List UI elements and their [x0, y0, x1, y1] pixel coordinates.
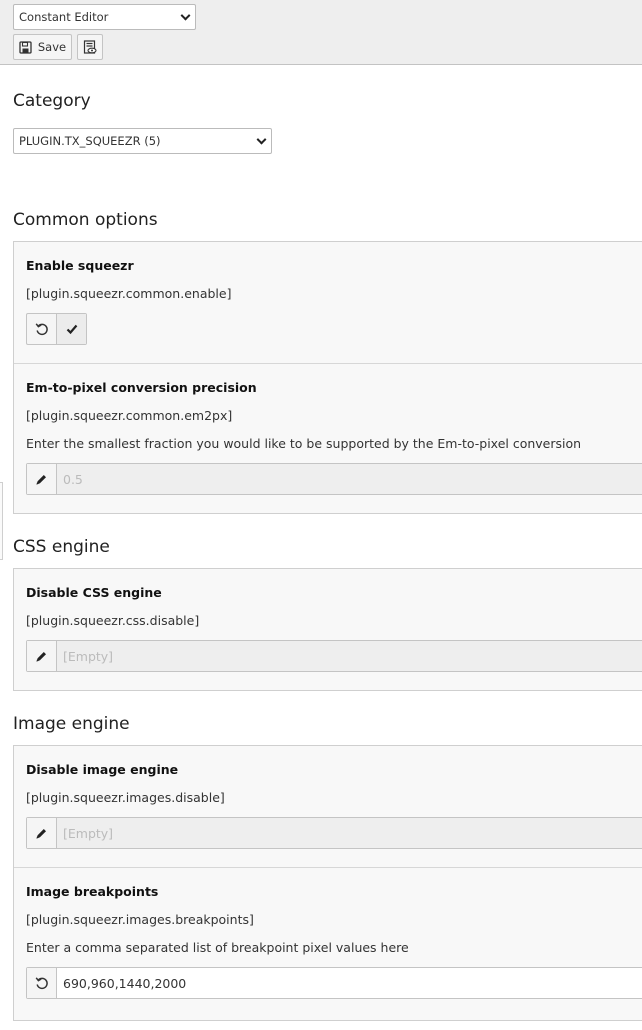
- section-panel-image-engine: Disable image engine [plugin.squeezr.ima…: [13, 745, 642, 1021]
- css-disable-input[interactable]: [Empty]: [57, 641, 642, 671]
- save-icon: [19, 40, 32, 54]
- edit-button[interactable]: [27, 641, 57, 671]
- setting-key: [plugin.squeezr.common.em2px]: [26, 408, 233, 423]
- setting-key: [plugin.squeezr.images.breakpoints]: [26, 912, 254, 927]
- setting-description: Enter the smallest fraction you would li…: [26, 436, 582, 451]
- setting-title: Enable squeezr: [26, 258, 134, 273]
- category-heading: Category: [13, 91, 91, 111]
- setting-title: Image breakpoints: [26, 884, 159, 899]
- em2px-input[interactable]: 0.5: [57, 464, 642, 494]
- module-toolbar: Constant Editor Save: [0, 0, 642, 65]
- category-select-value: PLUGIN.TX_SQUEEZR (5): [19, 134, 161, 148]
- setting-enable-squeezr: Enable squeezr [plugin.squeezr.common.en…: [14, 242, 642, 364]
- setting-title: Disable CSS engine: [26, 585, 162, 600]
- section-heading-common-options: Common options: [13, 210, 158, 230]
- setting-css-disable: Disable CSS engine [plugin.squeezr.css.d…: [14, 569, 642, 690]
- images-disable-input[interactable]: [Empty]: [57, 818, 642, 848]
- edit-button[interactable]: [27, 818, 57, 848]
- chevron-down-icon: [256, 134, 267, 145]
- reset-button[interactable]: [27, 314, 56, 344]
- category-select[interactable]: PLUGIN.TX_SQUEEZR (5): [13, 128, 272, 154]
- reset-button[interactable]: [27, 968, 57, 998]
- pencil-icon: [36, 651, 46, 662]
- undo-icon: [35, 977, 48, 990]
- em2px-field: 0.5: [26, 463, 642, 495]
- section-heading-image-engine: Image engine: [13, 714, 130, 734]
- setting-images-disable: Disable image engine [plugin.squeezr.ima…: [14, 746, 642, 868]
- setting-key: [plugin.squeezr.images.disable]: [26, 790, 225, 805]
- undo-icon: [35, 323, 48, 336]
- pencil-icon: [36, 828, 46, 839]
- breakpoints-field: 690,960,1440,2000: [26, 967, 642, 999]
- function-menu-select[interactable]: Constant Editor: [13, 4, 196, 30]
- side-edge-tab: [0, 482, 3, 560]
- view-button[interactable]: [77, 34, 103, 60]
- setting-description: Enter a comma separated list of breakpoi…: [26, 940, 409, 955]
- breakpoints-input[interactable]: 690,960,1440,2000: [57, 968, 642, 998]
- save-button[interactable]: Save: [13, 34, 72, 60]
- css-disable-field: [Empty]: [26, 640, 642, 672]
- enable-checkbox[interactable]: [56, 314, 86, 344]
- images-disable-field: [Empty]: [26, 817, 642, 849]
- view-icon: [83, 40, 97, 54]
- save-button-label: Save: [37, 40, 67, 54]
- setting-key: [plugin.squeezr.css.disable]: [26, 613, 200, 628]
- section-heading-css-engine: CSS engine: [13, 537, 110, 557]
- setting-title: Em-to-pixel conversion precision: [26, 380, 257, 395]
- chevron-down-icon: [180, 10, 191, 21]
- check-icon: [66, 324, 77, 335]
- function-menu-value: Constant Editor: [19, 10, 109, 24]
- enable-squeezr-toggle: [26, 313, 87, 345]
- setting-em2px: Em-to-pixel conversion precision [plugin…: [14, 364, 642, 513]
- section-panel-common-options: Enable squeezr [plugin.squeezr.common.en…: [13, 241, 642, 514]
- setting-title: Disable image engine: [26, 762, 179, 777]
- setting-key: [plugin.squeezr.common.enable]: [26, 286, 232, 301]
- edit-button[interactable]: [27, 464, 57, 494]
- setting-images-breakpoints: Image breakpoints [plugin.squeezr.images…: [14, 868, 642, 1020]
- section-panel-css-engine: Disable CSS engine [plugin.squeezr.css.d…: [13, 568, 642, 691]
- pencil-icon: [36, 474, 46, 485]
